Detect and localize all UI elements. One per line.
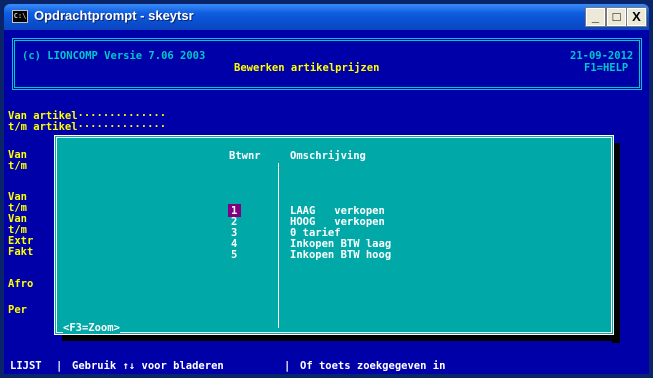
help-hint: F1=HELP xyxy=(584,62,629,74)
zoom-hint: <F3=Zoom> xyxy=(63,322,120,334)
list-item-desc[interactable]: Inkopen BTW hoog xyxy=(290,249,391,261)
form-label: Afro xyxy=(8,278,34,290)
column-header-btwnr: Btwnr xyxy=(229,150,261,162)
tm-artikel-field[interactable]: t/m artikel·············· xyxy=(8,121,166,133)
status-separator: | xyxy=(284,360,291,372)
form-label: Fakt xyxy=(8,246,34,258)
screen-title: Bewerken artikelprijzen xyxy=(234,62,380,74)
form-label: Per xyxy=(8,304,27,316)
column-divider xyxy=(278,163,279,328)
title-bar[interactable]: C:\ Opdrachtprompt - skeytsr _ □ X xyxy=(4,4,649,30)
status-mode: LIJST xyxy=(10,360,42,372)
window-title: Opdrachtprompt - skeytsr xyxy=(34,8,194,23)
btw-lookup-popup[interactable]: Btwnr Omschrijving 1 LAAG verkopen 2 HOO… xyxy=(54,135,614,335)
list-item-nr[interactable]: 5 xyxy=(231,249,237,261)
status-bar: LIJST | Gebruik ↑↓ voor bladeren | Of to… xyxy=(4,358,649,374)
maximize-button[interactable]: □ xyxy=(606,7,627,27)
console-window: C:\ Opdrachtprompt - skeytsr _ □ X (c) L… xyxy=(0,0,653,378)
close-button[interactable]: X xyxy=(626,7,647,27)
column-header-omschrijving: Omschrijving xyxy=(290,150,366,162)
copyright-text: (c) LIONCOMP Versie 7.06 2003 xyxy=(22,50,206,62)
status-navigation-hint: Gebruik ↑↓ voor bladeren xyxy=(72,360,224,372)
form-label: t/m xyxy=(8,160,27,172)
status-search-hint: Of toets zoekgegeven in xyxy=(300,360,446,372)
popup-shadow xyxy=(62,335,620,341)
status-separator: | xyxy=(56,360,63,372)
console-screen[interactable]: (c) LIONCOMP Versie 7.06 2003 21-09-2012… xyxy=(4,30,649,374)
date-text: 21-09-2012 xyxy=(570,50,634,62)
console-app-icon: C:\ xyxy=(12,10,28,23)
minimize-button[interactable]: _ xyxy=(585,7,606,27)
